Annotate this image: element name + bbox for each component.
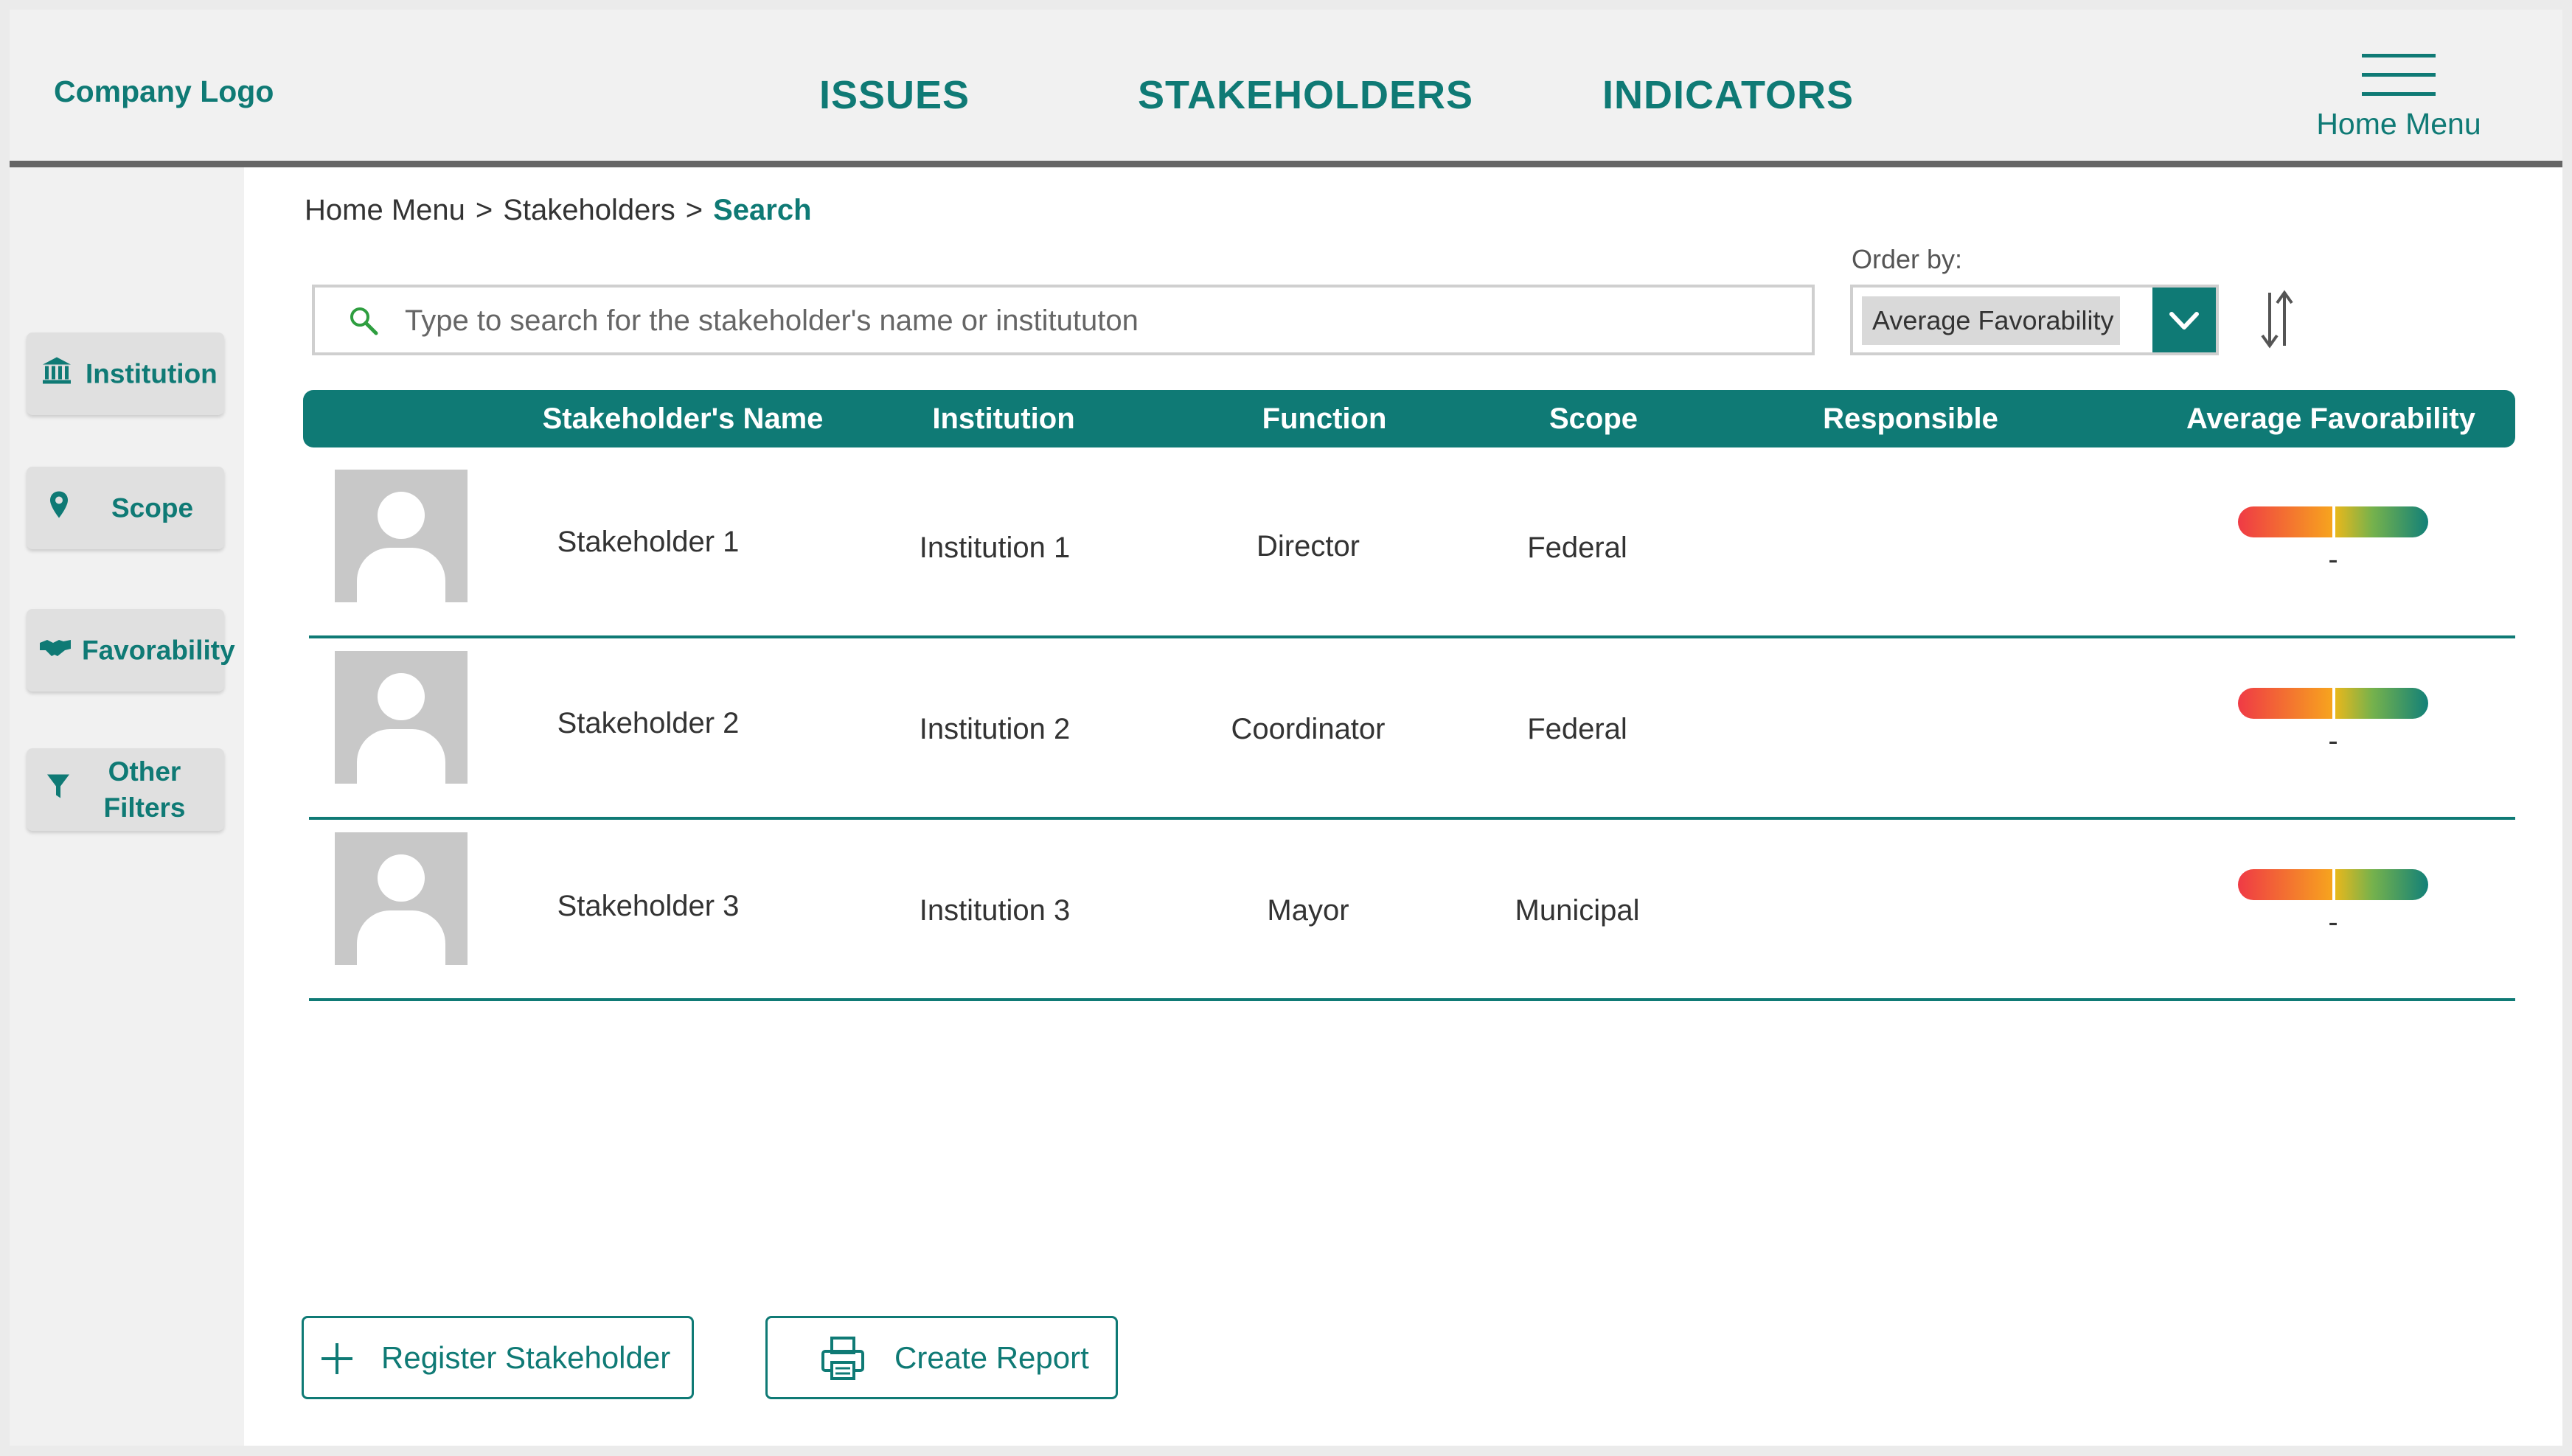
stakeholder-name[interactable]: Stakeholder 2	[530, 707, 766, 740]
nav-stakeholders[interactable]: STAKEHOLDERS	[1138, 72, 1473, 118]
register-stakeholder-button[interactable]: Register Stakeholder	[302, 1316, 694, 1399]
favorability-value: -	[2328, 543, 2338, 576]
create-report-label: Create Report	[894, 1340, 1089, 1375]
chevron-down-icon[interactable]	[2152, 288, 2216, 352]
breadcrumb-separator: >	[475, 194, 493, 226]
hamburger-icon	[2362, 54, 2436, 98]
breadcrumb-stakeholders[interactable]: Stakeholders	[503, 194, 675, 226]
printer-icon	[821, 1336, 865, 1385]
stakeholder-function: Coordinator	[1231, 713, 1386, 745]
filter-institution-button[interactable]: Institution	[27, 332, 224, 415]
stakeholder-name[interactable]: Stakeholder 3	[530, 890, 766, 923]
location-pin-icon	[49, 490, 69, 526]
column-header-favorability[interactable]: Average Favorability	[2147, 390, 2515, 447]
search-input[interactable]	[403, 299, 1793, 342]
search-icon	[348, 305, 380, 341]
filter-other-button[interactable]: Other Filters	[27, 748, 224, 831]
order-by-label: Order by:	[1852, 244, 1963, 274]
table-row[interactable]: Stakeholder 1 Institution 1 Director Fed…	[309, 455, 2515, 638]
breadcrumb-separator: >	[685, 194, 703, 226]
breadcrumb: Home Menu > Stakeholders > Search	[305, 194, 812, 227]
column-header-function[interactable]: Function	[1214, 390, 1435, 447]
column-header-name[interactable]: Stakeholder's Name	[510, 390, 856, 447]
app-frame: Company Logo ISSUES STAKEHOLDERS INDICAT…	[10, 10, 2562, 1446]
column-header-scope[interactable]: Scope	[1483, 390, 1704, 447]
filter-sidebar: Institution Scope Favorability Other Fil…	[10, 167, 244, 1446]
company-logo[interactable]: Company Logo	[54, 74, 274, 109]
stakeholder-function: Mayor	[1267, 894, 1349, 927]
favorability-gauge	[2238, 506, 2428, 537]
stakeholder-institution: Institution 3	[919, 894, 1071, 927]
filter-favorability-label: Favorability	[82, 635, 235, 666]
stakeholder-scope: Municipal	[1515, 894, 1640, 927]
stakeholder-function: Director	[1256, 530, 1360, 562]
filter-scope-button[interactable]: Scope	[27, 467, 224, 549]
table-row[interactable]: Stakeholder 2 Institution 2 Coordinator …	[309, 636, 2515, 820]
order-by-value: Average Favorability	[1862, 296, 2120, 345]
table-header: Stakeholder's Name Institution Function …	[303, 390, 2515, 447]
breadcrumb-current: Search	[713, 194, 812, 226]
avatar	[335, 832, 468, 965]
breadcrumb-home[interactable]: Home Menu	[305, 194, 465, 226]
filter-other-label: Other Filters	[103, 756, 186, 823]
avatar	[335, 651, 468, 784]
stakeholder-institution: Institution 2	[919, 713, 1071, 745]
table-row[interactable]: Stakeholder 3 Institution 3 Mayor Munici…	[309, 818, 2515, 1001]
filter-institution-label: Institution	[86, 358, 218, 389]
institution-icon	[41, 356, 72, 392]
favorability-gauge	[2238, 869, 2428, 900]
sort-direction-icon[interactable]	[2259, 288, 2295, 354]
stakeholder-scope: Federal	[1527, 532, 1627, 564]
top-header: Company Logo ISSUES STAKEHOLDERS INDICAT…	[10, 10, 2562, 167]
filter-scope-label: Scope	[111, 492, 194, 523]
filter-icon	[46, 772, 71, 808]
home-menu-button[interactable]: Home Menu	[2310, 48, 2481, 144]
stakeholder-institution: Institution 1	[919, 532, 1071, 564]
avatar	[335, 470, 468, 602]
column-header-responsible[interactable]: Responsible	[1785, 390, 2036, 447]
search-box	[312, 285, 1815, 355]
stakeholder-name[interactable]: Stakeholder 1	[530, 526, 766, 559]
nav-indicators[interactable]: INDICATORS	[1602, 72, 1854, 118]
order-by-select[interactable]: Average Favorability	[1850, 285, 2219, 355]
filter-favorability-button[interactable]: Favorability	[27, 609, 235, 692]
plus-icon	[319, 1340, 355, 1381]
favorability-gauge	[2238, 688, 2428, 719]
create-report-button[interactable]: Create Report	[765, 1316, 1118, 1399]
stakeholder-scope: Federal	[1527, 713, 1627, 745]
handshake-icon	[38, 635, 72, 666]
favorability-value: -	[2328, 906, 2338, 938]
register-stakeholder-label: Register Stakeholder	[381, 1340, 671, 1375]
column-header-institution[interactable]: Institution	[893, 390, 1114, 447]
home-menu-label: Home Menu	[2316, 107, 2481, 141]
nav-issues[interactable]: ISSUES	[819, 72, 970, 118]
favorability-value: -	[2328, 725, 2338, 757]
